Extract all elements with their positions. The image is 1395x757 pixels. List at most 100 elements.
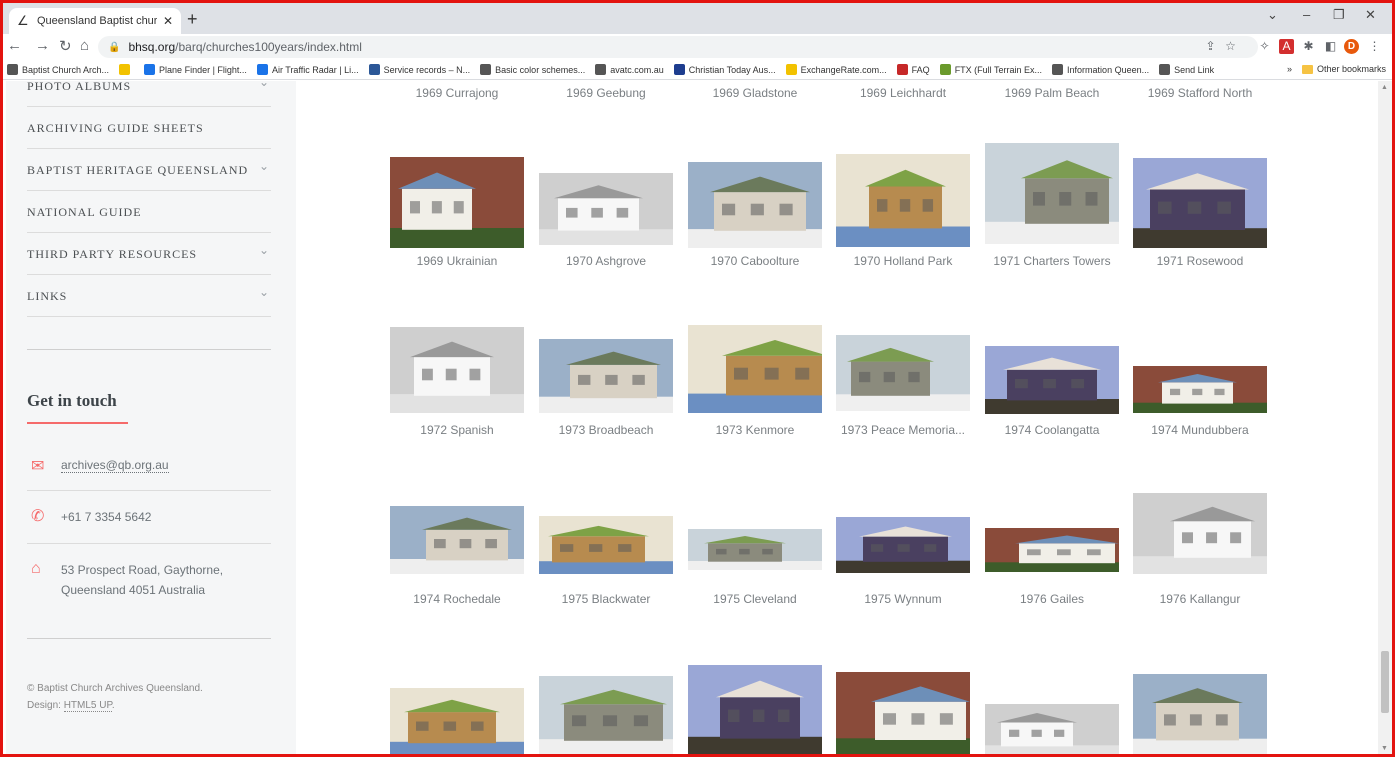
church-photo[interactable] [1133,674,1267,757]
church-photo[interactable] [985,704,1119,757]
church-caption[interactable]: 1969 Stafford North [1123,86,1277,100]
church-photo[interactable] [688,665,822,757]
sidebar-nav-item[interactable]: NATIONAL GUIDE [27,191,271,233]
address-bar[interactable]: 🔒 bhsq.org /barq/churches100years/index.… [98,36,1258,58]
close-tab-icon[interactable]: ✕ [163,14,173,28]
bookmark-item[interactable]: FAQ [896,64,930,75]
scroll-up-icon[interactable]: ▲ [1381,84,1388,91]
share-icon[interactable]: ⇪ [1203,39,1218,54]
puzzle-icon[interactable]: ✱ [1301,39,1316,54]
star-icon[interactable]: ☆ [1223,39,1238,54]
church-caption[interactable]: 1975 Blackwater [529,592,683,606]
church-caption[interactable]: 1971 Charters Towers [975,254,1129,268]
reload-icon[interactable]: ↻ [59,37,72,55]
church-photo[interactable] [390,506,524,574]
church-photo[interactable] [688,325,822,413]
church-caption[interactable]: 1974 Mundubbera [1123,423,1277,437]
church-photo[interactable] [539,173,673,245]
scrollbar-thumb[interactable] [1381,651,1389,713]
church-caption[interactable]: 1969 Leichhardt [826,86,980,100]
church-caption[interactable]: 1969 Currajong [380,86,534,100]
profile-avatar[interactable]: D [1344,39,1359,54]
church-photo[interactable] [390,327,524,413]
sidebar-nav-item[interactable]: PHOTO ALBUMS ⌄ [27,81,271,107]
church-caption[interactable]: 1975 Cleveland [678,592,832,606]
church-caption[interactable]: 1969 Palm Beach [975,86,1129,100]
church-photo[interactable] [688,162,822,248]
sidebar-nav-item[interactable]: BAPTIST HERITAGE QUEENSLAND ⌄ [27,149,271,191]
browser-tab[interactable]: ∠ Queensland Baptist churches by ✕ [9,8,181,34]
church-photo[interactable] [688,529,822,570]
church-caption[interactable]: 1972 Spanish [380,423,534,437]
bookmark-item[interactable]: Information Queen... [1052,64,1149,75]
minimize-icon[interactable]: – [1303,7,1310,22]
church-caption[interactable]: 1973 Peace Memoria... [826,423,980,437]
page-scrollbar[interactable]: ▲ ▼ [1378,81,1392,754]
church-photo[interactable] [985,346,1119,414]
church-caption[interactable]: 1974 Coolangatta [975,423,1129,437]
scroll-down-icon[interactable]: ▼ [1381,745,1388,752]
forward-icon[interactable]: → [35,37,50,54]
church-photo[interactable] [539,339,673,413]
sidebar-nav-item[interactable]: THIRD PARTY RESOURCES ⌄ [27,233,271,275]
chevron-down-icon[interactable]: ⌄ [259,285,269,299]
restore-icon[interactable]: ❐ [1333,7,1345,23]
church-caption[interactable]: 1973 Kenmore [678,423,832,437]
sidebar-nav-item[interactable]: ARCHIVING GUIDE SHEETS [27,107,271,149]
church-caption[interactable]: 1974 Rochedale [380,592,534,606]
bookmark-item[interactable]: Air Traffic Radar | Li... [256,64,359,75]
church-photo[interactable] [836,517,970,573]
chevron-down-icon[interactable]: ⌄ [259,159,269,173]
church-photo[interactable] [1133,493,1267,574]
bookmark-item[interactable] [119,64,134,75]
church-caption[interactable]: 1970 Caboolture [678,254,832,268]
church-photo[interactable] [390,688,524,757]
side-panel-icon[interactable]: ◧ [1323,39,1338,54]
bookmark-item[interactable]: ExchangeRate.com... [785,64,887,75]
more-bookmarks-icon[interactable]: » [1287,64,1292,74]
html5up-link[interactable]: HTML5 UP [63,700,112,712]
church-caption[interactable]: 1969 Ukrainian [380,254,534,268]
tab-search-icon[interactable]: ⌄ [1267,7,1278,23]
church-photo[interactable] [836,335,970,411]
bookmark-item[interactable]: Service records – N... [368,64,470,75]
extension-icon[interactable]: ✧ [1257,39,1272,54]
church-caption[interactable]: 1969 Geebung [529,86,683,100]
church-caption[interactable]: 1976 Kallangur [1123,592,1277,606]
church-photo[interactable] [836,672,970,757]
church-photo[interactable] [390,157,524,248]
church-photo[interactable] [539,516,673,574]
church-photo[interactable] [985,528,1119,572]
church-photo[interactable] [539,676,673,757]
church-photo[interactable] [836,154,970,247]
new-tab-icon[interactable]: + [187,9,198,30]
church-caption[interactable]: 1975 Wynnum [826,592,980,606]
bookmark-item[interactable]: Send Link [1159,64,1214,75]
back-icon[interactable]: ← [7,37,22,54]
chevron-down-icon[interactable]: ⌄ [259,243,269,257]
bookmark-item[interactable]: avatc.com.au [595,64,664,75]
chevron-down-icon[interactable]: ⌄ [259,81,269,89]
church-caption[interactable]: 1973 Broadbeach [529,423,683,437]
church-photo[interactable] [1133,366,1267,413]
church-photo[interactable] [985,143,1119,244]
bookmark-item[interactable]: Plane Finder | Flight... [144,64,247,75]
close-window-icon[interactable]: ✕ [1365,7,1376,23]
church-caption[interactable]: 1971 Rosewood [1123,254,1277,268]
design-suffix: . [111,700,115,711]
bookmark-item[interactable]: Christian Today Aus... [673,64,776,75]
pdf-extension-icon[interactable]: A [1279,39,1294,54]
email-link[interactable]: archives@qb.org.au [61,458,169,473]
sidebar-nav-item[interactable]: LINKS ⌄ [27,275,271,317]
church-caption[interactable]: 1970 Ashgrove [529,254,683,268]
bookmark-item[interactable]: Baptist Church Arch... [7,64,109,75]
home-icon[interactable]: ⌂ [80,37,89,54]
bookmark-item[interactable]: FTX (Full Terrain Ex... [939,64,1042,75]
church-caption[interactable]: 1970 Holland Park [826,254,980,268]
church-caption[interactable]: 1976 Gailes [975,592,1129,606]
bookmark-item[interactable]: Basic color schemes... [480,64,585,75]
church-photo[interactable] [1133,158,1267,248]
church-caption[interactable]: 1969 Gladstone [678,86,832,100]
menu-icon[interactable]: ⋮ [1367,39,1382,54]
other-bookmarks[interactable]: » Other bookmarks [1287,64,1386,74]
